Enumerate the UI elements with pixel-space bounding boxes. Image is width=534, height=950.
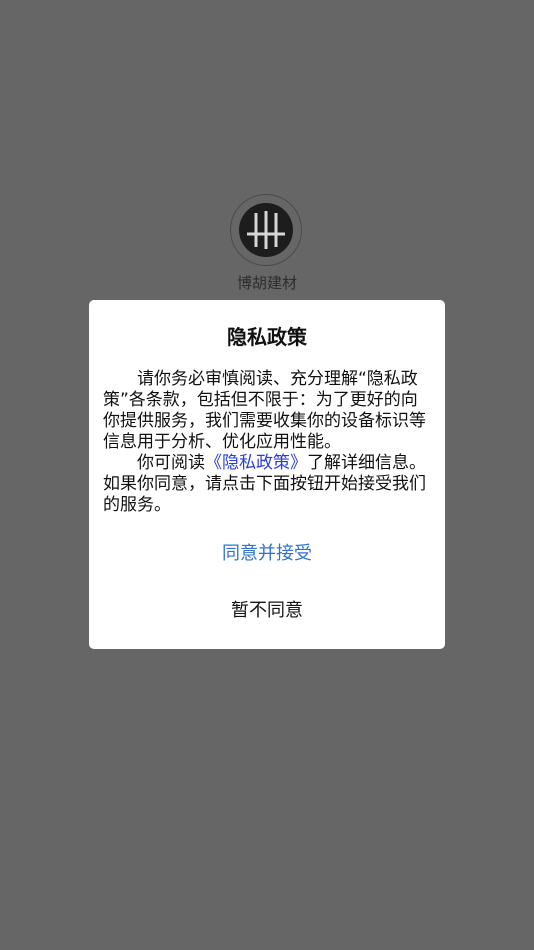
privacy-paragraph-1: 请你务必审慎阅读、充分理解“隐私政策”各条款，包括但不限于：为了更好的向你提供服… bbox=[103, 369, 426, 452]
app-name: 博胡建材 bbox=[236, 274, 297, 292]
dialog-body: 请你务必审慎阅读、充分理解“隐私政策”各条款，包括但不限于：为了更好的向你提供服… bbox=[103, 369, 431, 516]
logo-core bbox=[239, 203, 293, 257]
accept-button[interactable]: 同意并接受 bbox=[89, 542, 445, 566]
paragraph-2-prefix: 你可阅读 bbox=[137, 453, 205, 473]
privacy-policy-link[interactable]: 《隐私政策》 bbox=[205, 453, 307, 473]
app-logo bbox=[230, 194, 302, 266]
privacy-dialog: 隐私政策 请你务必审慎阅读、充分理解“隐私政策”各条款，包括但不限于：为了更好的… bbox=[89, 300, 445, 649]
logo-icon bbox=[247, 211, 285, 249]
dialog-title: 隐私政策 bbox=[227, 325, 307, 349]
privacy-paragraph-2: 你可阅读《隐私政策》了解详细信息。如果你同意，请点击下面按钮开始接受我们的服务。 bbox=[103, 453, 431, 516]
decline-button[interactable]: 暂不同意 bbox=[89, 599, 445, 623]
